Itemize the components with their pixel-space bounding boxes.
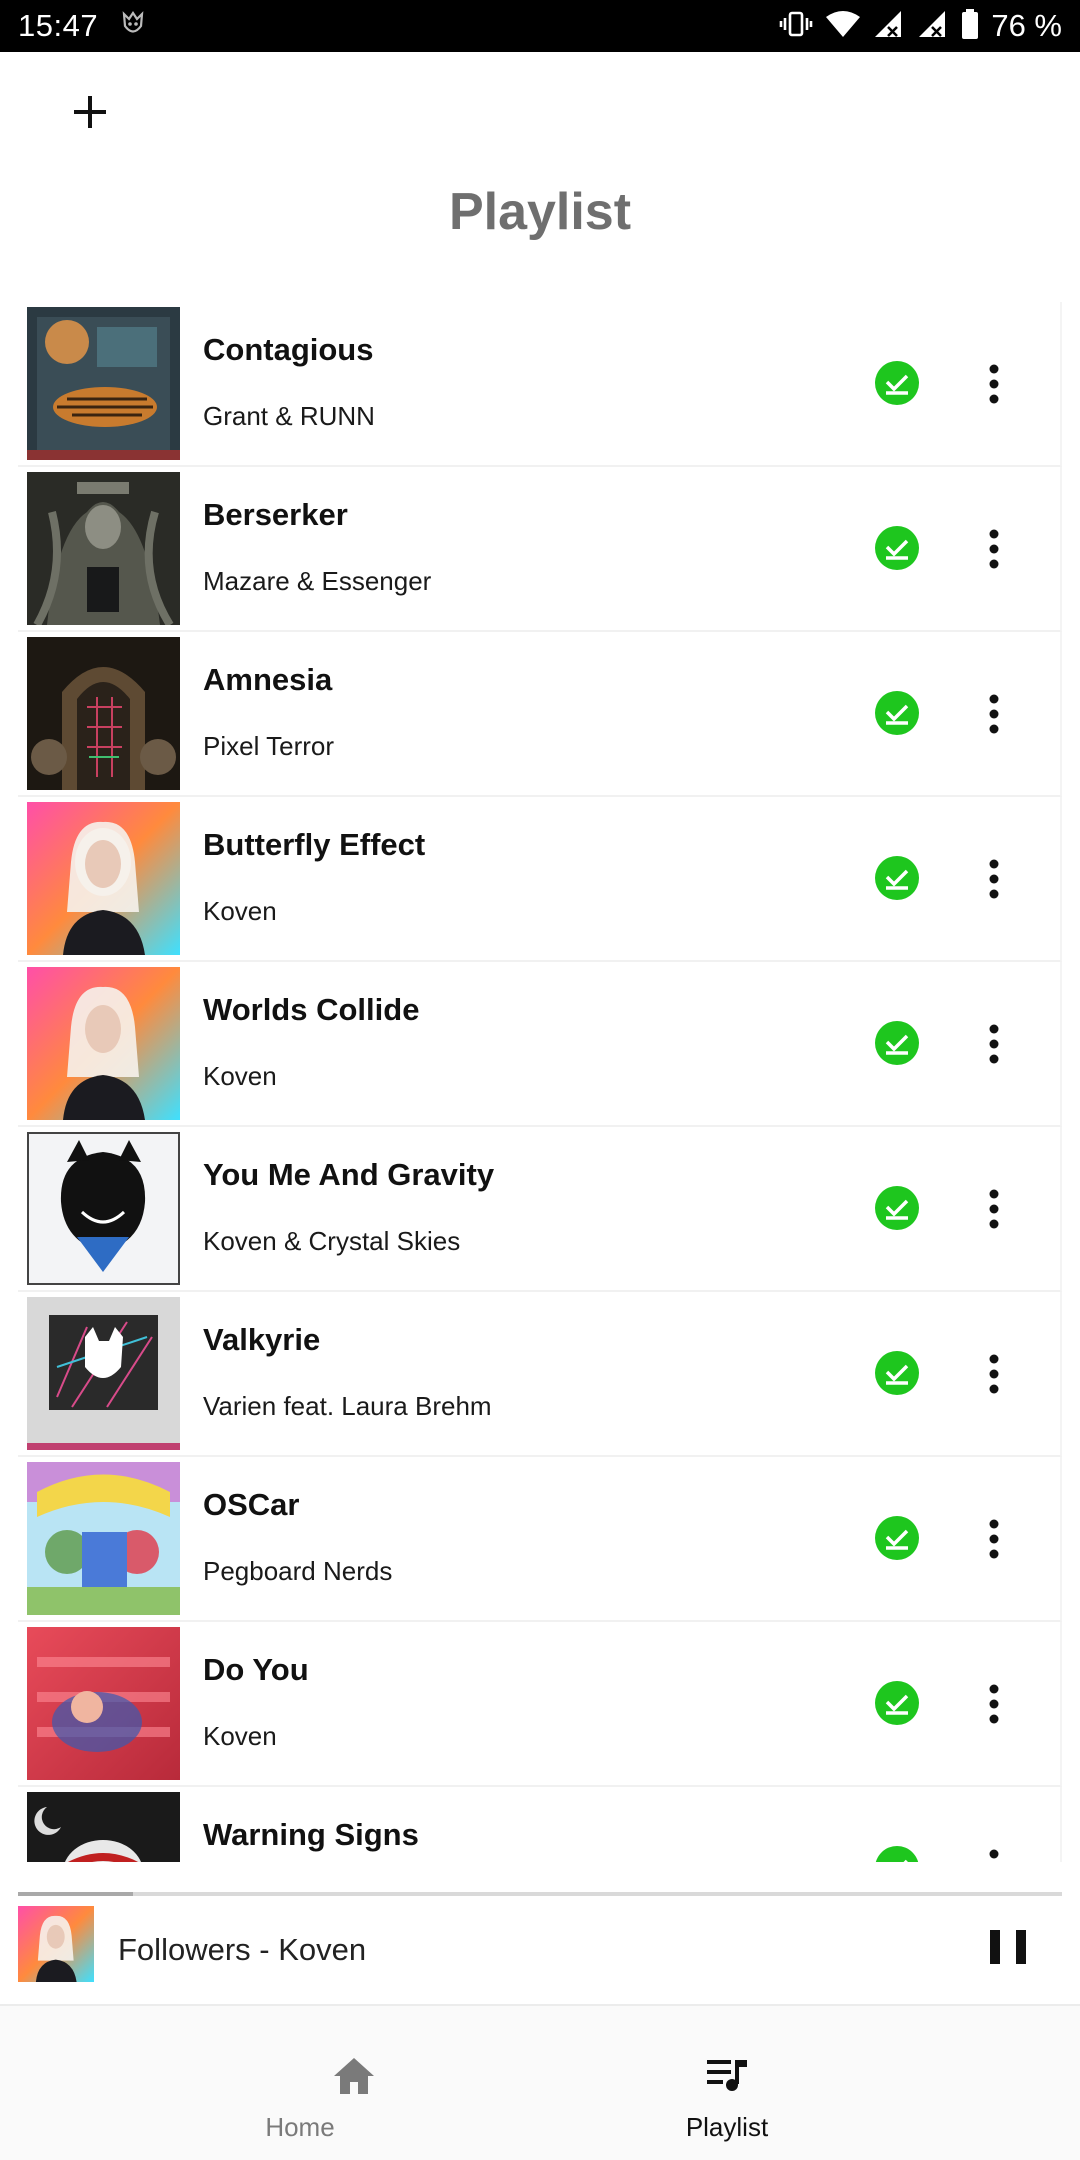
more-options-button[interactable] — [976, 851, 1012, 907]
album-art — [27, 1462, 180, 1615]
downloaded-icon — [875, 361, 919, 405]
album-art — [27, 802, 180, 955]
more-vert-icon — [989, 364, 999, 404]
track-title: Contagious — [203, 332, 374, 367]
track-title: Berserker — [203, 497, 348, 532]
downloaded-icon — [875, 1186, 919, 1230]
track-row[interactable]: Contagious Grant & RUNN — [18, 302, 1062, 467]
track-row[interactable]: Butterfly Effect Koven — [18, 797, 1062, 962]
more-vert-icon — [989, 859, 999, 899]
track-row[interactable]: OSCar Pegboard Nerds — [18, 1457, 1062, 1622]
downloaded-icon — [875, 1846, 919, 1862]
more-vert-icon — [989, 1189, 999, 1229]
more-options-button[interactable] — [976, 1676, 1012, 1732]
track-row[interactable]: Do You Koven — [18, 1622, 1062, 1787]
track-artist: Varien feat. Laura Brehm — [203, 1391, 492, 1421]
playlist-list[interactable]: Contagious Grant & RUNN Berserker Mazare… — [18, 302, 1062, 1862]
more-options-button[interactable] — [976, 1016, 1012, 1072]
pause-icon — [990, 1930, 1000, 1964]
nav-playlist[interactable]: Playlist — [540, 2006, 1080, 2160]
track-artist: Koven — [203, 1061, 277, 1091]
wifi-icon — [825, 9, 861, 44]
track-row[interactable]: You Me And Gravity Koven & Crystal Skies — [18, 1127, 1062, 1292]
more-options-button[interactable] — [976, 1511, 1012, 1567]
track-row[interactable]: Warning Signs — [18, 1787, 1062, 1862]
more-options-button[interactable] — [976, 356, 1012, 412]
battery-icon — [961, 8, 979, 44]
album-art — [27, 1297, 180, 1450]
track-row[interactable]: Amnesia Pixel Terror — [18, 632, 1062, 797]
track-artist: Koven — [203, 896, 277, 926]
track-title: Valkyrie — [203, 1322, 321, 1357]
album-art — [27, 1792, 180, 1862]
album-art — [27, 307, 180, 460]
more-vert-icon — [989, 1354, 999, 1394]
more-vert-icon — [989, 1849, 999, 1859]
album-art — [27, 967, 180, 1120]
more-vert-icon — [989, 694, 999, 734]
downloaded-icon — [875, 526, 919, 570]
track-title: Do You — [203, 1652, 309, 1687]
more-options-button[interactable] — [976, 1181, 1012, 1237]
now-playing-separator: - — [250, 1932, 279, 1967]
album-art — [27, 637, 180, 790]
more-options-button[interactable] — [976, 521, 1012, 577]
album-art — [27, 472, 180, 625]
downloaded-icon — [875, 1516, 919, 1560]
track-title: Amnesia — [203, 662, 333, 697]
downloaded-icon — [875, 691, 919, 735]
now-playing-album-art — [18, 1906, 94, 1982]
track-artist: Pegboard Nerds — [203, 1556, 393, 1586]
add-playlist-button[interactable] — [62, 84, 118, 140]
track-row[interactable]: Valkyrie Varien feat. Laura Brehm — [18, 1292, 1062, 1457]
more-vert-icon — [989, 1024, 999, 1064]
bottom-navigation: Home Playlist — [0, 2006, 1080, 2160]
track-title: Butterfly Effect — [203, 827, 426, 862]
playback-progress-fill — [18, 1892, 133, 1896]
more-vert-icon — [989, 1519, 999, 1559]
now-playing-title: Followers — [118, 1932, 251, 1967]
signal-icon — [917, 9, 949, 44]
track-title: Warning Signs — [203, 1817, 419, 1852]
nav-playlist-label: Playlist — [685, 2112, 769, 2142]
track-title: OSCar — [203, 1487, 300, 1522]
track-title: Worlds Collide — [203, 992, 420, 1027]
track-title: You Me And Gravity — [203, 1157, 495, 1192]
downloaded-icon — [875, 1021, 919, 1065]
plus-icon — [74, 96, 106, 128]
track-row[interactable]: Berserker Mazare & Essenger — [18, 467, 1062, 632]
album-art — [27, 1627, 180, 1780]
app-notification-icon — [120, 10, 146, 43]
status-bar: 15:47 76 % — [0, 0, 1080, 52]
signal-icon — [873, 9, 905, 44]
more-options-button[interactable] — [976, 1841, 1012, 1862]
downloaded-icon — [875, 1351, 919, 1395]
battery-percentage: 76 % — [991, 8, 1062, 43]
track-artist: Mazare & Essenger — [203, 566, 432, 596]
downloaded-icon — [875, 1681, 919, 1725]
track-artist: Koven & Crystal Skies — [203, 1226, 461, 1256]
album-art — [27, 1132, 180, 1285]
vibrate-icon — [779, 10, 813, 43]
pause-button[interactable] — [990, 1930, 1026, 1968]
now-playing-artist: Koven — [278, 1932, 367, 1967]
more-vert-icon — [989, 1684, 999, 1724]
status-time: 15:47 — [18, 8, 99, 43]
more-vert-icon — [989, 529, 999, 569]
pause-icon-bar — [1016, 1930, 1026, 1964]
track-artist: Koven — [203, 1721, 277, 1751]
playlist-icon — [707, 2060, 747, 2091]
home-icon — [334, 2058, 374, 2094]
track-row[interactable]: Worlds Collide Koven — [18, 962, 1062, 1127]
downloaded-icon — [875, 856, 919, 900]
more-options-button[interactable] — [976, 1346, 1012, 1402]
page-title: Playlist — [448, 183, 632, 241]
more-options-button[interactable] — [976, 686, 1012, 742]
now-playing-text[interactable]: Followers - Koven — [118, 1932, 366, 1968]
track-artist: Grant & RUNN — [203, 401, 375, 431]
playback-progress-bar[interactable] — [18, 1892, 1062, 1896]
track-artist: Pixel Terror — [203, 731, 335, 761]
